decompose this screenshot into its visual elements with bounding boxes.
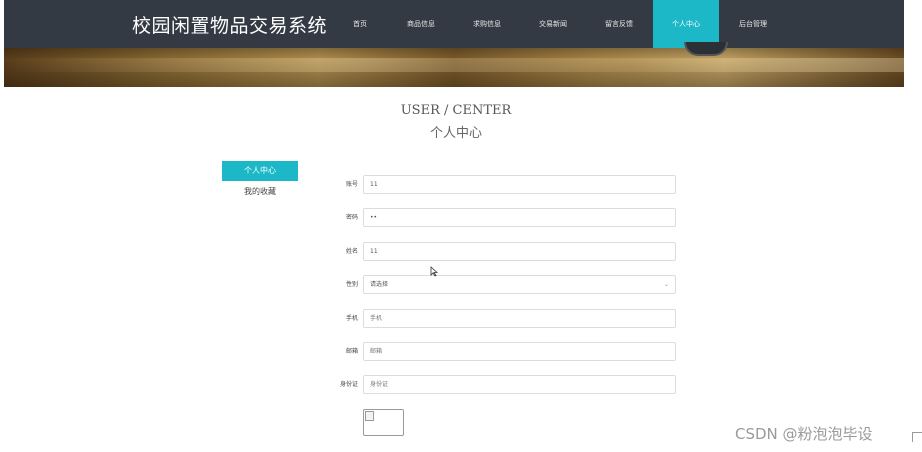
broken-image-icon — [365, 411, 374, 421]
nav-item-feedback[interactable]: 留言反馈 — [594, 0, 644, 48]
gender-select-value: 请选择 — [370, 281, 389, 288]
side-menu-favorites[interactable]: 我的收藏 — [222, 185, 298, 199]
page-heading-en: USER / CENTER — [400, 103, 512, 118]
page-heading-cn: 个人中心 — [429, 126, 482, 141]
camera-lens-decoration — [684, 42, 728, 56]
nav-item-news[interactable]: 交易新闻 — [528, 0, 578, 48]
side-menu-user-center[interactable]: 个人中心 — [222, 161, 298, 181]
email-field[interactable] — [363, 342, 676, 361]
nav-item-home[interactable]: 首页 — [340, 0, 380, 48]
id-card-label: 身份证 — [339, 381, 358, 388]
site-title: 校园闲置物品交易系统 — [132, 15, 328, 37]
nav-item-products[interactable]: 商品信息 — [396, 0, 446, 48]
phone-field[interactable] — [363, 309, 676, 328]
id-card-field[interactable] — [363, 375, 676, 394]
phone-label: 手机 — [345, 315, 358, 322]
name-field[interactable]: 11 — [363, 242, 676, 261]
gender-label: 性别 — [345, 281, 358, 288]
account-field[interactable]: 11 — [363, 175, 676, 194]
mouse-cursor-icon — [430, 266, 438, 277]
password-label: 密码 — [345, 214, 358, 221]
password-field[interactable]: •• — [363, 208, 676, 227]
nav-item-user-center[interactable]: 个人中心 — [653, 0, 719, 48]
corner-mark-vertical — [912, 432, 913, 442]
account-label: 账号 — [345, 181, 358, 188]
name-label: 姓名 — [345, 248, 358, 255]
nav-item-wanted[interactable]: 求购信息 — [462, 0, 512, 48]
avatar-image-upload[interactable] — [363, 409, 404, 436]
chevron-down-icon: ⌄ — [663, 281, 669, 288]
gender-select[interactable]: 请选择 ⌄ — [363, 275, 676, 294]
email-label: 邮箱 — [345, 348, 358, 355]
nav-item-admin[interactable]: 后台管理 — [728, 0, 778, 48]
banner-image — [4, 42, 904, 87]
top-navbar: 校园闲置物品交易系统 首页 商品信息 求购信息 交易新闻 留言反馈 个人中心 后… — [4, 0, 904, 48]
corner-mark — [912, 432, 922, 433]
watermark: CSDN @粉泡泡毕设 — [735, 425, 873, 443]
